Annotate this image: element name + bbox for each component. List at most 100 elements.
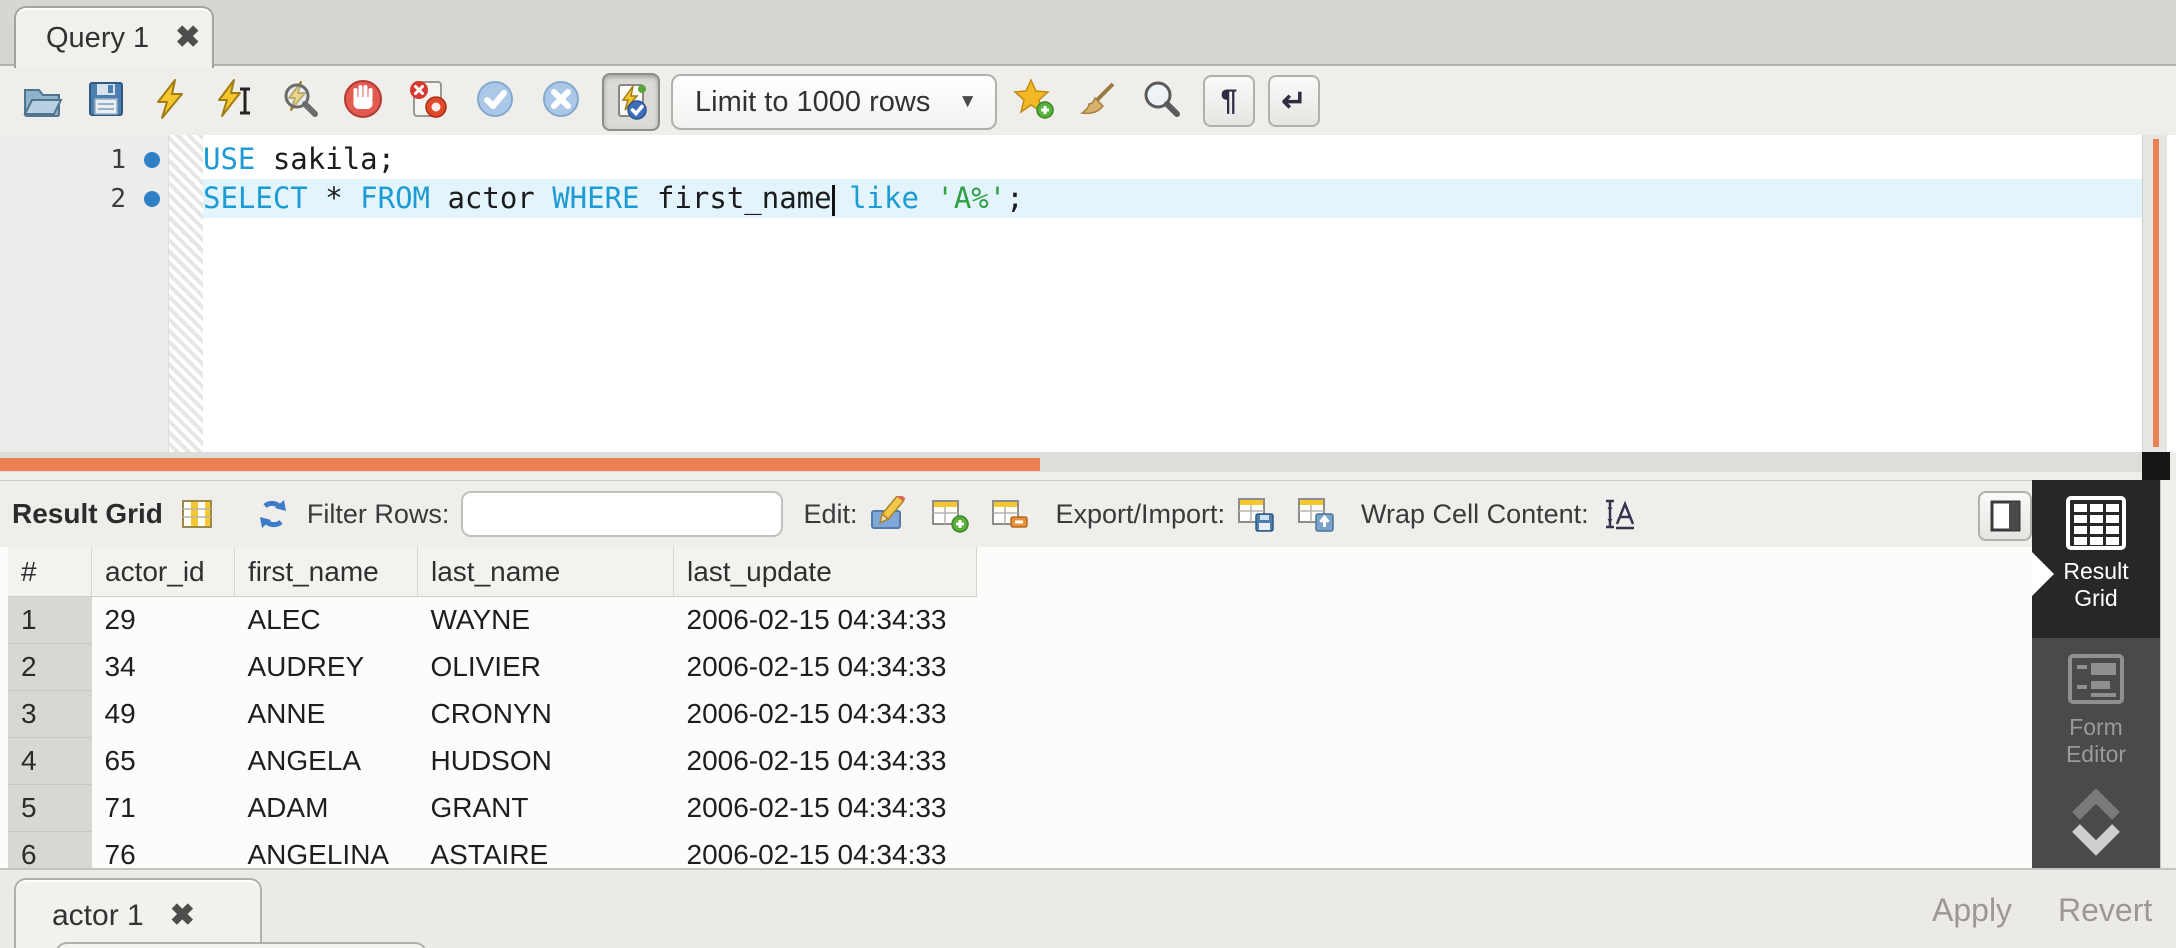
execute-icon[interactable]	[148, 77, 192, 121]
chevron-down-icon[interactable]	[2068, 822, 2124, 858]
commit-icon[interactable]	[473, 77, 517, 121]
wrap-return-icon: ↵	[1281, 84, 1306, 119]
execute-current-statement-icon[interactable]	[212, 77, 256, 121]
data-cell[interactable]: ASTAIRE	[418, 832, 674, 869]
result-side-panel: Result Grid Form Editor	[2032, 480, 2160, 868]
editor-vertical-scrollbar[interactable]	[2142, 135, 2167, 452]
data-cell[interactable]: 34	[92, 644, 235, 691]
explain-icon[interactable]	[277, 77, 321, 121]
limit-rows-dropdown[interactable]: Limit to 1000 rows ▼	[671, 74, 997, 130]
data-cell[interactable]: WAYNE	[418, 597, 674, 644]
new-snippet-icon[interactable]	[1013, 77, 1057, 121]
result-grid[interactable]: #actor_idfirst_namelast_namelast_update …	[0, 547, 2032, 868]
beautify-icon[interactable]	[1076, 77, 1120, 121]
data-cell[interactable]: 71	[92, 785, 235, 832]
code-text: SELECT * FROM actor WHERE first_name lik…	[203, 179, 2142, 218]
data-cell[interactable]: 2006-02-15 04:34:33	[674, 597, 977, 644]
data-cell[interactable]: AUDREY	[235, 644, 418, 691]
column-header-last_update[interactable]: last_update	[674, 547, 977, 597]
column-header-rownum[interactable]: #	[8, 547, 92, 597]
toggle-stop-on-error-icon[interactable]	[406, 77, 450, 121]
wrap-cell-content-icon[interactable]	[1603, 496, 1639, 532]
edit-record-icon[interactable]	[869, 496, 909, 532]
result-grid-panel-label-line1: Result	[2063, 558, 2128, 585]
toggle-autocommit-button[interactable]	[602, 73, 660, 131]
row-number-cell[interactable]: 6	[8, 832, 92, 869]
insert-row-icon[interactable]	[931, 495, 969, 533]
result-grid-title: Result Grid	[12, 498, 163, 530]
delete-row-icon[interactable]	[991, 495, 1029, 533]
data-cell[interactable]: 2006-02-15 04:34:33	[674, 785, 977, 832]
table-row[interactable]: 465ANGELAHUDSON2006-02-15 04:34:33	[8, 738, 977, 785]
query-toolbar: Limit to 1000 rows ▼ ¶ ↵	[0, 66, 2176, 135]
export-import-label: Export/Import:	[1055, 499, 1225, 530]
open-script-icon[interactable]	[20, 77, 64, 121]
save-script-icon[interactable]	[84, 77, 128, 121]
show-invisibles-button[interactable]: ¶	[1203, 75, 1255, 127]
tab-query-1[interactable]: Query 1 ✖	[14, 6, 214, 68]
column-header-last_name[interactable]: last_name	[418, 547, 674, 597]
table-row[interactable]: 234AUDREYOLIVIER2006-02-15 04:34:33	[8, 644, 977, 691]
side-panel-result-grid[interactable]: Result Grid	[2032, 480, 2160, 638]
column-header-first_name[interactable]: first_name	[235, 547, 418, 597]
horizontal-scrollbar-thumb[interactable]	[0, 458, 1040, 471]
data-cell[interactable]: HUDSON	[418, 738, 674, 785]
result-grid-toolbar: Result Grid Filter Rows: Edit:	[0, 480, 2176, 548]
table-row[interactable]: 349ANNECRONYN2006-02-15 04:34:33	[8, 691, 977, 738]
code-line[interactable]: 2SELECT * FROM actor WHERE first_name li…	[0, 179, 2142, 218]
data-cell[interactable]: ANGELINA	[235, 832, 418, 869]
row-number-cell[interactable]: 1	[8, 597, 92, 644]
pilcrow-icon: ¶	[1221, 84, 1238, 118]
find-icon[interactable]	[1139, 77, 1183, 121]
refresh-icon[interactable]	[255, 496, 291, 532]
tab-actor-1-label: actor 1	[52, 899, 144, 933]
vertical-scrollbar-thumb[interactable]	[2153, 139, 2159, 447]
data-cell[interactable]: ANNE	[235, 691, 418, 738]
import-records-icon[interactable]	[1297, 495, 1335, 533]
close-icon[interactable]: ✖	[175, 23, 200, 53]
code-text: USE sakila;	[203, 140, 2142, 179]
form-editor-panel-icon	[2066, 652, 2126, 706]
row-number-cell[interactable]: 4	[8, 738, 92, 785]
result-grid-panel-icon	[2066, 496, 2126, 550]
tab-actor-1[interactable]: actor 1 ✖	[14, 878, 262, 948]
table-row[interactable]: 129ALECWAYNE2006-02-15 04:34:33	[8, 597, 977, 644]
row-number-cell[interactable]: 3	[8, 691, 92, 738]
stop-icon[interactable]	[341, 77, 385, 121]
data-cell[interactable]: 65	[92, 738, 235, 785]
data-cell[interactable]: ADAM	[235, 785, 418, 832]
data-cell[interactable]: 2006-02-15 04:34:33	[674, 738, 977, 785]
data-cell[interactable]: 2006-02-15 04:34:33	[674, 691, 977, 738]
rollback-icon[interactable]	[539, 77, 583, 121]
editor-horizontal-scrollbar[interactable]	[0, 452, 2176, 480]
export-recordset-icon[interactable]	[1237, 495, 1275, 533]
sql-editor[interactable]: 1USE sakila;2SELECT * FROM actor WHERE f…	[0, 135, 2176, 452]
revert-button[interactable]: Revert	[2058, 892, 2152, 929]
data-cell[interactable]: 49	[92, 691, 235, 738]
window-edge-strip	[2160, 480, 2176, 868]
result-table: #actor_idfirst_namelast_namelast_update …	[8, 547, 977, 868]
data-cell[interactable]: OLIVIER	[418, 644, 674, 691]
side-panel-form-editor[interactable]: Form Editor	[2032, 638, 2160, 778]
close-icon[interactable]: ✖	[170, 901, 195, 931]
data-cell[interactable]: GRANT	[418, 785, 674, 832]
table-row[interactable]: 571ADAMGRANT2006-02-15 04:34:33	[8, 785, 977, 832]
data-cell[interactable]: CRONYN	[418, 691, 674, 738]
row-number-cell[interactable]: 5	[8, 785, 92, 832]
toggle-side-panel-button[interactable]	[1978, 491, 2032, 541]
active-panel-arrow-icon	[2032, 552, 2054, 596]
table-row[interactable]: 676ANGELINAASTAIRE2006-02-15 04:34:33	[8, 832, 977, 869]
data-cell[interactable]: ALEC	[235, 597, 418, 644]
chevron-up-icon[interactable]	[2068, 786, 2124, 822]
data-cell[interactable]: ANGELA	[235, 738, 418, 785]
data-cell[interactable]: 29	[92, 597, 235, 644]
data-cell[interactable]: 2006-02-15 04:34:33	[674, 644, 977, 691]
apply-button[interactable]: Apply	[1932, 892, 2012, 929]
filter-rows-input[interactable]	[473, 496, 812, 532]
data-cell[interactable]: 76	[92, 832, 235, 869]
data-cell[interactable]: 2006-02-15 04:34:33	[674, 832, 977, 869]
row-number-cell[interactable]: 2	[8, 644, 92, 691]
toggle-word-wrap-button[interactable]: ↵	[1268, 75, 1320, 127]
column-header-actor_id[interactable]: actor_id	[92, 547, 235, 597]
code-line[interactable]: 1USE sakila;	[0, 140, 2142, 179]
